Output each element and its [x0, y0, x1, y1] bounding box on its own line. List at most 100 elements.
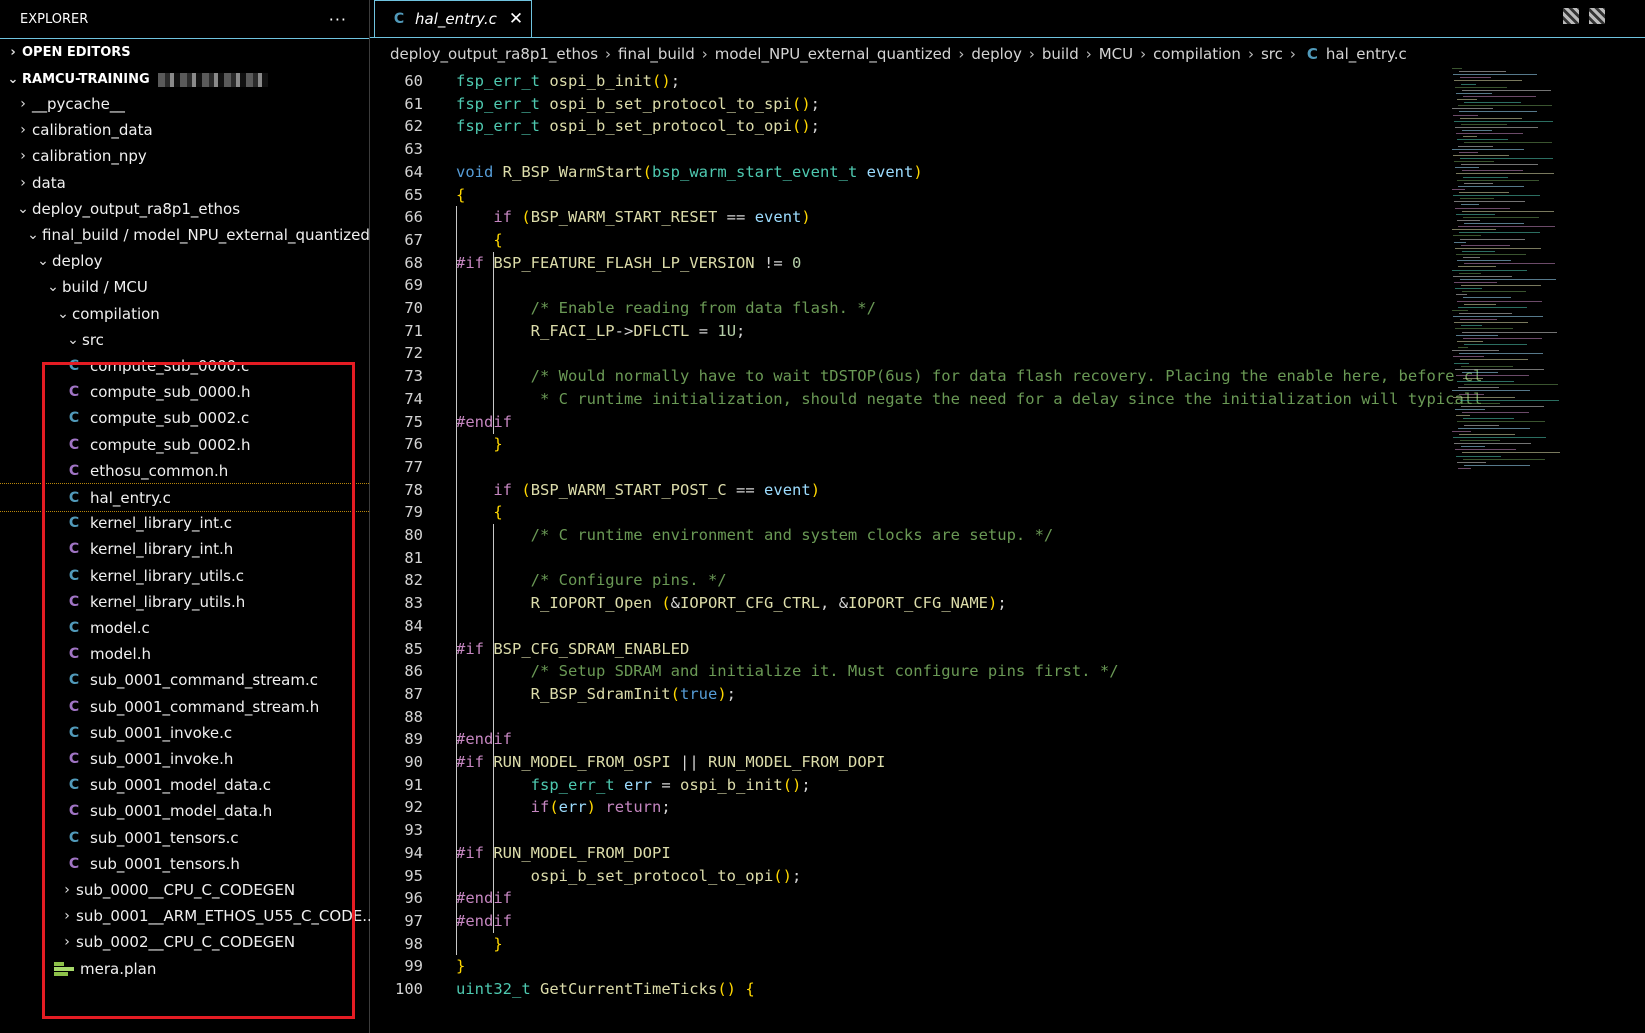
code-line[interactable]: 75 #endif: [370, 411, 1520, 434]
tree-folder[interactable]: › data: [0, 169, 383, 196]
tree-folder[interactable]: ⌄ compilation: [0, 300, 423, 327]
code-line[interactable]: 69: [370, 274, 1520, 297]
tree-folder[interactable]: ⌄ build / MCU: [0, 273, 413, 300]
tree-file[interactable]: Cmodel.h: [0, 640, 433, 667]
breadcrumb-item[interactable]: deploy_output_ra8p1_ethos: [390, 45, 598, 63]
tree-file[interactable]: Csub_0001_invoke.c: [0, 719, 433, 746]
breadcrumb-item[interactable]: hal_entry.c: [1326, 45, 1407, 63]
code-editor[interactable]: 60 fsp_err_t ospi_b_init(); 61 fsp_err_t os…: [370, 70, 1520, 1033]
tree-folder[interactable]: › sub_0002__CPU_C_CODEGEN: [0, 928, 427, 955]
workspace-section[interactable]: ⌄ RAMCU-TRAINING: [0, 66, 369, 93]
tree-folder[interactable]: › sub_0000__CPU_C_CODEGEN: [0, 876, 427, 903]
code-line[interactable]: 84: [370, 615, 1520, 638]
tree-file[interactable]: Ckernel_library_utils.h: [0, 588, 433, 615]
tree-folder[interactable]: ⌄ src: [0, 326, 433, 353]
tree-file[interactable]: mera.plan: [0, 955, 423, 982]
tree-folder[interactable]: › sub_0001__ARM_ETHOS_U55_C_CODE...: [0, 902, 427, 929]
tree-folder[interactable]: › calibration_data: [0, 116, 383, 143]
tree-folder[interactable]: ⌄ deploy_output_ra8p1_ethos: [0, 195, 383, 222]
code-line[interactable]: 74 * C runtime initialization, should ne…: [370, 388, 1520, 411]
code-line[interactable]: 72: [370, 342, 1520, 365]
code-line[interactable]: 70 /* Enable reading from data flash. */: [370, 297, 1520, 320]
code-line[interactable]: 95 ospi_b_set_protocol_to_opi();: [370, 865, 1520, 888]
code-line[interactable]: 93: [370, 819, 1520, 842]
code-line[interactable]: 92 if(err) return;: [370, 796, 1520, 819]
code-line[interactable]: 97 #endif: [370, 910, 1520, 933]
tree-file[interactable]: Ckernel_library_utils.c: [0, 562, 433, 589]
code-line[interactable]: 99}: [370, 955, 1520, 978]
code-line[interactable]: 80 /* C runtime environment and system c…: [370, 524, 1520, 547]
tree-file[interactable]: Csub_0001_command_stream.c: [0, 666, 433, 693]
tree-file[interactable]: Ccompute_sub_0002.c: [0, 404, 433, 431]
code-line[interactable]: 89 #endif: [370, 728, 1520, 751]
code-line[interactable]: 83 R_IOPORT_Open (&IOPORT_CFG_CTRL, &IOP…: [370, 592, 1520, 615]
code-line[interactable]: 90 #if RUN_MODEL_FROM_OSPI || RUN_MODEL_F…: [370, 751, 1520, 774]
minimap-line: [1462, 332, 1557, 333]
breadcrumb-item[interactable]: src: [1261, 45, 1283, 63]
tree-file[interactable]: Csub_0001_command_stream.h: [0, 693, 433, 720]
c-file-icon: C: [1306, 45, 1318, 63]
tree-file[interactable]: Csub_0001_tensors.c: [0, 824, 433, 851]
tree-folder[interactable]: › __pycache__: [0, 90, 383, 117]
tree-folder[interactable]: › calibration_npy: [0, 142, 383, 169]
layout-icon[interactable]: [1589, 8, 1605, 24]
code-line[interactable]: 61 fsp_err_t ospi_b_set_protocol_to_spi()…: [370, 93, 1520, 116]
code-line[interactable]: 68 #if BSP_FEATURE_FLASH_LP_VERSION != 0: [370, 252, 1520, 275]
tree-file[interactable]: Cmodel.c: [0, 614, 433, 641]
tree-file[interactable]: Csub_0001_tensors.h: [0, 850, 433, 877]
tree-file[interactable]: Ccompute_sub_0000.c: [0, 352, 433, 379]
code-line[interactable]: 98 }: [370, 933, 1520, 956]
code-line[interactable]: 91 fsp_err_t err = ospi_b_init();: [370, 774, 1520, 797]
minimap[interactable]: [1452, 68, 1562, 488]
tree-folder[interactable]: ⌄ deploy: [0, 247, 403, 274]
code-line[interactable]: 87 R_BSP_SdramInit(true);: [370, 683, 1520, 706]
breadcrumb-item[interactable]: MCU: [1099, 45, 1133, 63]
code-line[interactable]: 85 #if BSP_CFG_SDRAM_ENABLED: [370, 638, 1520, 661]
code-line[interactable]: 67 {: [370, 229, 1520, 252]
tab-hal-entry[interactable]: C hal_entry.c ✕: [374, 0, 533, 37]
tree-file[interactable]: Chal_entry.c: [0, 483, 433, 512]
code-line[interactable]: 62 fsp_err_t ospi_b_set_protocol_to_opi()…: [370, 115, 1520, 138]
tree-file[interactable]: Ccompute_sub_0002.h: [0, 431, 433, 458]
redacted-text: [157, 72, 268, 87]
tree-file[interactable]: Ckernel_library_int.c: [0, 509, 433, 536]
minimap-line: [1459, 394, 1484, 395]
code-line[interactable]: 66 if (BSP_WARM_START_RESET == event): [370, 206, 1520, 229]
breadcrumb-item[interactable]: final_build: [618, 45, 695, 63]
code-line[interactable]: 81: [370, 547, 1520, 570]
breadcrumb-item[interactable]: deploy: [971, 45, 1022, 63]
code-line[interactable]: 73 /* Would normally have to wait tDSTOP…: [370, 365, 1520, 388]
code-line[interactable]: 71 R_FACI_LP->DFLCTL = 1U;: [370, 320, 1520, 343]
split-editor-icon[interactable]: [1563, 8, 1579, 24]
code-line[interactable]: 79 {: [370, 501, 1520, 524]
code-line[interactable]: 82 /* Configure pins. */: [370, 569, 1520, 592]
code-line[interactable]: 94 #if RUN_MODEL_FROM_DOPI: [370, 842, 1520, 865]
code-line[interactable]: 78 if (BSP_WARM_START_POST_C == event): [370, 479, 1520, 502]
code-line[interactable]: 77: [370, 456, 1520, 479]
breadcrumb-item[interactable]: build: [1042, 45, 1079, 63]
code-text: #if BSP_FEATURE_FLASH_LP_VERSION != 0: [456, 254, 802, 272]
tree-file[interactable]: Ccompute_sub_0000.h: [0, 378, 433, 405]
code-line[interactable]: 63: [370, 138, 1520, 161]
tree-file[interactable]: Csub_0001_invoke.h: [0, 745, 433, 772]
code-line[interactable]: 65 {: [370, 184, 1520, 207]
tree-item-label: sub_0001_invoke.h: [90, 749, 234, 768]
tree-item-label: compilation: [72, 304, 160, 323]
open-editors-section[interactable]: › OPEN EDITORS: [0, 39, 369, 66]
breadcrumb-item[interactable]: model_NPU_external_quantized: [715, 45, 952, 63]
code-line[interactable]: 100 uint32_t GetCurrentTimeTicks() {: [370, 978, 1520, 1001]
breadcrumb-item[interactable]: compilation: [1153, 45, 1241, 63]
code-line[interactable]: 88: [370, 706, 1520, 729]
tree-file[interactable]: Csub_0001_model_data.h: [0, 797, 433, 824]
code-line[interactable]: 60 fsp_err_t ospi_b_init();: [370, 70, 1520, 93]
code-line[interactable]: 86 /* Setup SDRAM and initialize it. Mus…: [370, 660, 1520, 683]
close-icon[interactable]: ✕: [509, 9, 523, 29]
code-line[interactable]: 96 #endif: [370, 887, 1520, 910]
tree-file[interactable]: Cethosu_common.h: [0, 457, 433, 484]
tree-file[interactable]: Csub_0001_model_data.c: [0, 771, 433, 798]
more-actions-icon[interactable]: ···: [329, 10, 347, 29]
tree-folder[interactable]: ⌄ final_build / model_NPU_external_quanti…: [0, 221, 393, 248]
tree-file[interactable]: Ckernel_library_int.h: [0, 535, 433, 562]
code-line[interactable]: 76 }: [370, 433, 1520, 456]
code-line[interactable]: 64 void R_BSP_WarmStart(bsp_warm_start_ev…: [370, 161, 1520, 184]
